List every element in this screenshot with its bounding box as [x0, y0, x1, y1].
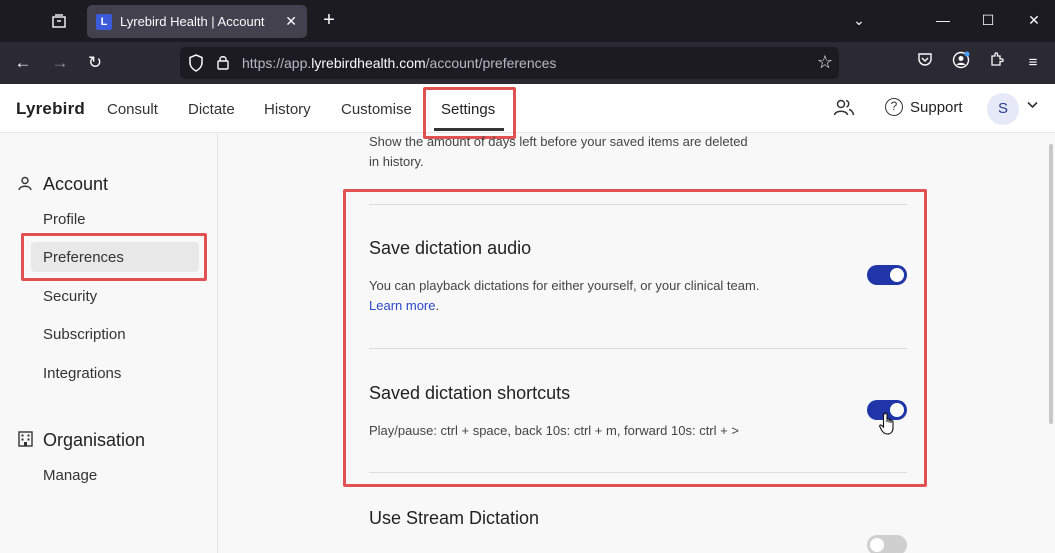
chevron-down-icon[interactable]	[1027, 100, 1038, 112]
user-icon	[18, 176, 36, 194]
minimize-icon[interactable]: —	[929, 8, 957, 32]
user-avatar[interactable]: S	[987, 93, 1019, 125]
lock-icon[interactable]	[216, 54, 234, 72]
url-text[interactable]: https://app.lyrebirdhealth.com/account/p…	[242, 55, 556, 71]
tab-title: Lyrebird Health | Account	[120, 14, 265, 29]
back-arrow-icon[interactable]: ←	[11, 51, 35, 75]
account-icon[interactable]	[949, 51, 973, 75]
forward-arrow-icon[interactable]: →	[48, 51, 72, 75]
browser-tab-strip: L Lyrebird Health | Account ✕ + ⌄ — ☐ ✕	[0, 0, 1055, 42]
nav-dictate[interactable]: Dictate	[188, 101, 235, 118]
shield-icon[interactable]	[188, 54, 206, 72]
use-stream-dictation-toggle[interactable]	[867, 535, 907, 553]
saved-items-days-description: Show the amount of days left before your…	[369, 134, 748, 169]
dictation-settings-highlight-box	[343, 189, 927, 487]
sidebar-item-manage[interactable]: Manage	[43, 467, 97, 484]
web-page: Lyrebird Consult Dictate History Customi…	[0, 84, 1055, 553]
settings-sidebar: Account Profile Preferences Security Sub…	[0, 134, 218, 553]
menu-hamburger-icon[interactable]: ≡	[1021, 51, 1045, 75]
extensions-icon[interactable]	[985, 51, 1009, 75]
lyrebird-favicon-icon: L	[96, 13, 112, 30]
use-stream-dictation-title: Use Stream Dictation	[369, 508, 540, 528]
preferences-content: Show the amount of days left before your…	[219, 134, 1055, 553]
page-scrollbar[interactable]	[1049, 144, 1053, 424]
window-close-icon[interactable]: ✕	[1020, 8, 1048, 32]
sidebar-item-profile[interactable]: Profile	[43, 211, 86, 228]
maximize-icon[interactable]: ☐	[974, 8, 1002, 32]
browser-navbar: ← → ↻ https://app.lyrebirdhealth.com/acc…	[0, 42, 1055, 84]
building-icon	[18, 431, 36, 450]
support-button[interactable]: ? Support	[885, 98, 963, 116]
brand-logo[interactable]: Lyrebird	[16, 99, 85, 119]
nav-customise[interactable]: Customise	[341, 101, 412, 118]
team-people-icon[interactable]	[833, 98, 855, 120]
account-section-heading: Account	[18, 174, 108, 195]
hand-pointer-cursor-icon	[879, 412, 894, 435]
organisation-section-heading: Organisation	[18, 430, 145, 451]
app-header: Lyrebird Consult Dictate History Customi…	[0, 84, 1055, 139]
nav-history[interactable]: History	[264, 101, 311, 118]
browser-tab[interactable]: L Lyrebird Health | Account ✕	[87, 5, 307, 38]
tab-list-chevron-icon[interactable]: ⌄	[845, 8, 873, 32]
sidebar-item-integrations[interactable]: Integrations	[43, 365, 121, 382]
sidebar-item-security[interactable]: Security	[43, 288, 97, 305]
nav-consult[interactable]: Consult	[107, 101, 158, 118]
help-circle-icon: ?	[885, 98, 903, 116]
sidebar-item-subscription[interactable]: Subscription	[43, 326, 126, 343]
reload-icon[interactable]: ↻	[83, 51, 107, 75]
toggle-knob	[870, 538, 884, 552]
tab-overview-icon[interactable]	[46, 9, 72, 33]
pocket-icon[interactable]	[913, 51, 937, 75]
url-bar[interactable]: https://app.lyrebirdhealth.com/account/p…	[180, 47, 839, 79]
new-tab-icon[interactable]: +	[318, 9, 340, 33]
support-label: Support	[910, 98, 963, 116]
preferences-highlight-box	[21, 233, 207, 281]
tab-close-icon[interactable]: ✕	[285, 13, 297, 30]
bookmark-star-icon[interactable]: ☆	[817, 52, 833, 73]
